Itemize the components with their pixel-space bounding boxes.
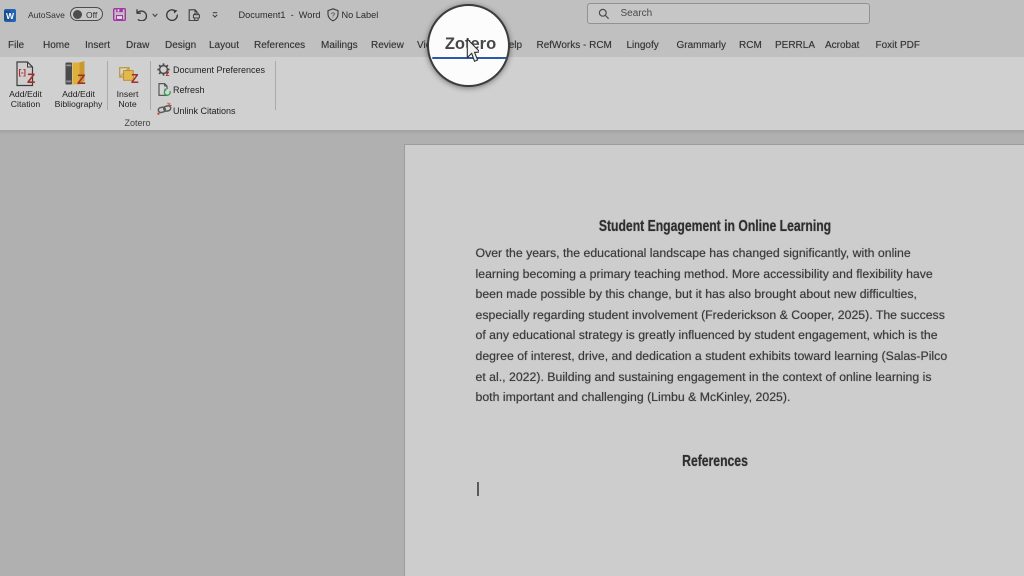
- svg-text:W: W: [6, 11, 15, 21]
- svg-text:?: ?: [330, 10, 334, 19]
